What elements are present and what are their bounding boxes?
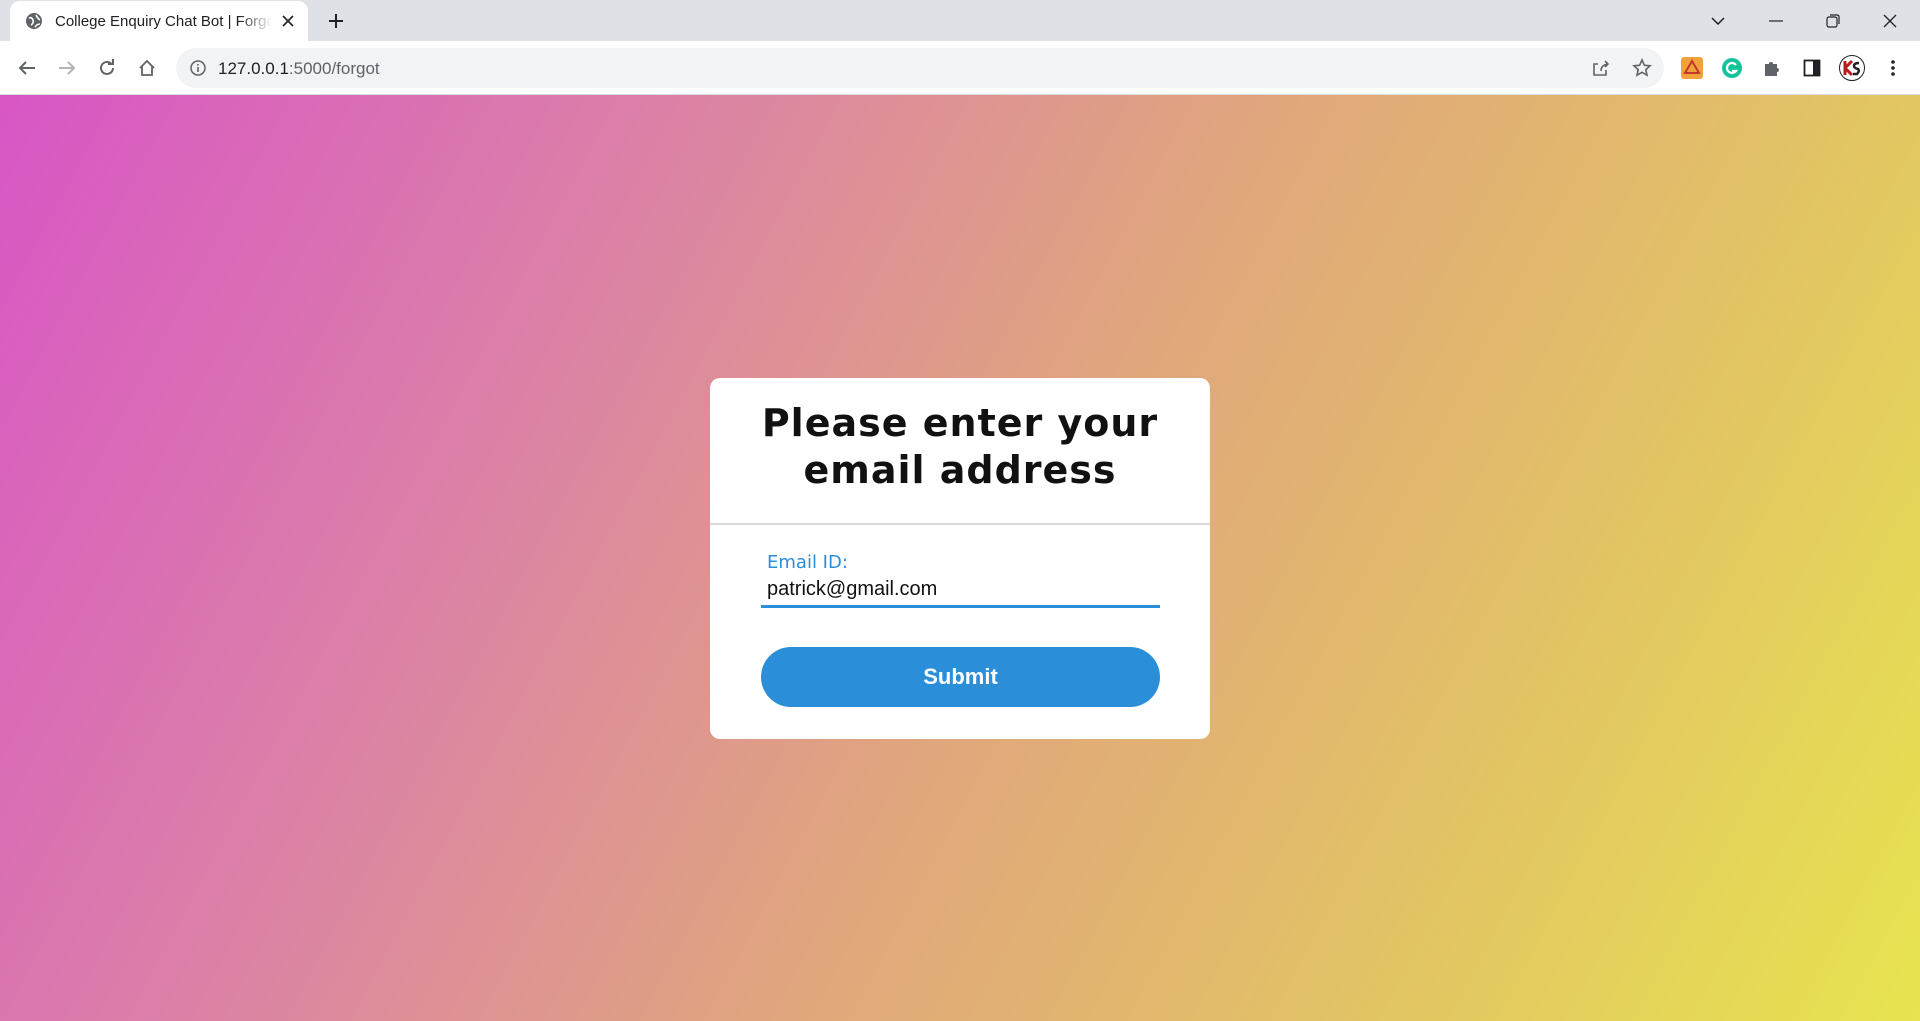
- divider: [710, 523, 1210, 525]
- reload-button[interactable]: [92, 53, 122, 83]
- star-icon[interactable]: [1630, 57, 1654, 79]
- close-icon[interactable]: [278, 11, 298, 31]
- forgot-password-card: Please enter your email address Email ID…: [710, 378, 1210, 739]
- email-label: Email ID:: [767, 552, 848, 573]
- puzzle-extensions-icon[interactable]: [1759, 55, 1785, 81]
- email-field[interactable]: [761, 574, 1160, 608]
- page-title: Please enter your email address: [761, 401, 1159, 492]
- reload-icon: [100, 59, 114, 75]
- tab-title: College Enquiry Chat Bot | Forgot Passwo…: [55, 12, 272, 30]
- home-icon: [139, 59, 155, 76]
- close-window-icon[interactable]: [1862, 0, 1918, 41]
- url-path: :5000/forgot: [288, 59, 380, 78]
- restore-icon[interactable]: [1805, 0, 1861, 41]
- back-arrow-icon: [18, 61, 35, 75]
- grammarly-extension-icon[interactable]: [1719, 55, 1745, 81]
- back-button[interactable]: [12, 53, 42, 83]
- info-icon[interactable]: [188, 58, 208, 78]
- home-button[interactable]: [132, 53, 162, 83]
- new-tab-button[interactable]: [322, 9, 350, 33]
- url-host: 127.0.0.1: [218, 59, 289, 78]
- address-bar[interactable]: 127.0.0.1:5000/forgot: [176, 48, 1664, 88]
- profile-avatar[interactable]: [1839, 55, 1865, 81]
- browser-tab[interactable]: College Enquiry Chat Bot | Forgot Passwo…: [10, 1, 308, 41]
- submit-button[interactable]: Submit: [761, 647, 1160, 707]
- page-background: Please enter your email address Email ID…: [0, 95, 1920, 1021]
- tab-strip: College Enquiry Chat Bot | Forgot Passwo…: [0, 0, 1920, 41]
- share-icon[interactable]: [1590, 57, 1614, 79]
- minimize-icon[interactable]: [1748, 0, 1804, 41]
- google-drive-extension-icon[interactable]: [1679, 55, 1705, 81]
- plus-icon: [329, 14, 343, 28]
- browser-toolbar: 127.0.0.1:5000/forgot: [0, 41, 1920, 95]
- kebab-menu-icon[interactable]: [1880, 55, 1906, 81]
- tab-search-icon[interactable]: [1690, 0, 1746, 41]
- forward-arrow-icon: [59, 61, 76, 75]
- globe-icon: [25, 12, 43, 30]
- forward-button[interactable]: [52, 53, 82, 83]
- url-text[interactable]: 127.0.0.1:5000/forgot: [218, 59, 380, 79]
- side-panel-icon[interactable]: [1799, 55, 1825, 81]
